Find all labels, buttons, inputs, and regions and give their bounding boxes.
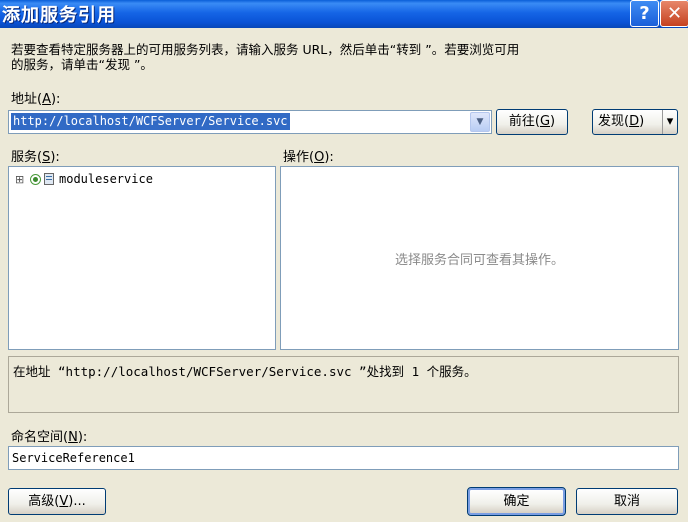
- go-button-suffix: ): [550, 114, 556, 129]
- address-label: 地址(A):: [11, 88, 60, 107]
- window-title: 添加服务引用: [2, 5, 116, 26]
- close-button[interactable]: ✕: [660, 0, 688, 27]
- services-tree[interactable]: ⊞ moduleservice: [8, 166, 276, 350]
- ok-button-label: 确定: [503, 494, 530, 509]
- go-button[interactable]: 前往(G): [496, 109, 568, 135]
- services-label: 服务(S):: [11, 146, 60, 165]
- operations-panel: 选择服务合同可查看其操作。: [280, 166, 679, 350]
- status-message-box: 在地址 “http://localhost/WCFServer/Service.…: [8, 356, 679, 413]
- discover-button-accesskey: D: [629, 114, 640, 129]
- address-combobox[interactable]: http://localhost/WCFServer/Service.svc ▼: [8, 110, 492, 134]
- address-dropdown-button[interactable]: ▼: [470, 112, 490, 132]
- ok-button[interactable]: 确定: [467, 487, 566, 516]
- services-label-text: 服务(: [11, 150, 43, 165]
- chevron-down-icon: ▼: [476, 117, 484, 127]
- cancel-button-label: 取消: [613, 494, 640, 509]
- advanced-button-accesskey: V: [59, 494, 69, 509]
- services-label-suffix: ):: [50, 150, 60, 165]
- operations-placeholder: 选择服务合同可查看其操作。: [394, 253, 564, 268]
- service-icon: [44, 173, 54, 185]
- discover-button-suffix: ): [639, 114, 645, 129]
- description-line-1: 若要查看特定服务器上的可用服务列表，请输入服务 URL，然后单击“转到 ”。若要…: [11, 42, 520, 57]
- namespace-label: 命名空间(N):: [11, 426, 87, 445]
- go-button-accesskey: G: [539, 114, 551, 129]
- go-button-label: 前往(: [508, 114, 540, 129]
- title-bar: 添加服务引用 ? ✕: [0, 0, 688, 28]
- service-status-icon: [30, 173, 41, 185]
- operations-label-text: 操作(: [283, 150, 315, 165]
- namespace-value[interactable]: ServiceReference1: [12, 451, 135, 465]
- tree-item[interactable]: ⊞ moduleservice: [15, 171, 153, 187]
- advanced-button[interactable]: 高级(V)...: [8, 488, 106, 515]
- service-name[interactable]: moduleservice: [59, 172, 153, 186]
- namespace-label-suffix: ):: [77, 430, 88, 445]
- close-icon: ✕: [666, 3, 683, 24]
- namespace-input[interactable]: ServiceReference1: [8, 446, 679, 470]
- operations-label-accesskey: O: [314, 150, 325, 165]
- cancel-button[interactable]: 取消: [576, 488, 678, 515]
- expand-icon[interactable]: ⊞: [15, 173, 27, 186]
- discover-dropdown-icon[interactable]: ▾: [662, 110, 677, 134]
- help-icon: ?: [639, 3, 650, 24]
- address-label-text: 地址(: [11, 92, 43, 107]
- description-line-2: 的服务，请单击“发现 ”。: [11, 57, 153, 72]
- address-input-value[interactable]: http://localhost/WCFServer/Service.svc: [11, 113, 290, 130]
- help-button[interactable]: ?: [630, 0, 659, 27]
- discover-button[interactable]: 发现(D) ▾: [592, 109, 678, 135]
- discover-button-label: 发现(: [598, 114, 630, 129]
- operations-label: 操作(O):: [283, 146, 334, 165]
- operations-label-suffix: ):: [324, 150, 334, 165]
- description-text: 若要查看特定服务器上的可用服务列表，请输入服务 URL，然后单击“转到 ”。若要…: [11, 42, 681, 72]
- status-message: 在地址 “http://localhost/WCFServer/Service.…: [13, 364, 477, 379]
- address-label-suffix: ):: [50, 92, 61, 107]
- namespace-label-text: 命名空间(: [11, 430, 69, 445]
- namespace-label-accesskey: N: [68, 430, 78, 445]
- address-label-accesskey: A: [42, 92, 51, 107]
- advanced-button-suffix: )...: [68, 494, 86, 509]
- advanced-button-label: 高级(: [28, 494, 60, 509]
